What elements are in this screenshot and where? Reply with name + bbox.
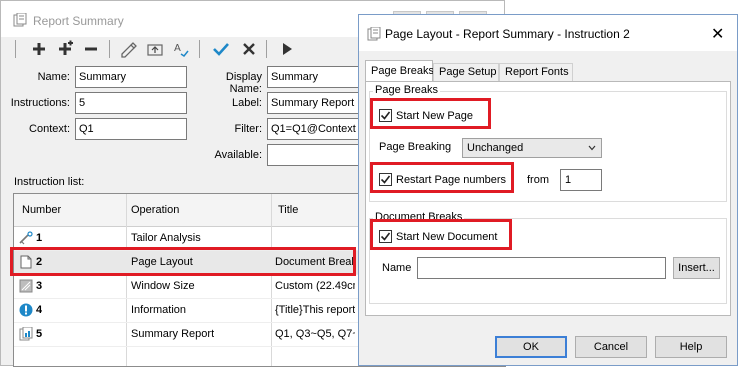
row-title: Q1, Q3~Q5, Q7~ xyxy=(275,328,355,340)
dialog-titlebar: Page Layout - Report Summary - Instructi… xyxy=(359,15,737,51)
row-title: Custom (22.49cm xyxy=(275,280,355,292)
checkmark-icon xyxy=(380,232,391,241)
document-breaks-group-label: Document Breaks xyxy=(373,211,465,223)
context-label: Context: xyxy=(29,123,70,135)
toolbar-separator xyxy=(199,40,200,58)
spell-check-icon[interactable]: A xyxy=(171,39,191,59)
start-new-document-checkbox[interactable] xyxy=(379,230,392,243)
row-title: {Title}This report xyxy=(275,304,355,316)
start-new-page-checkbox[interactable] xyxy=(379,109,392,122)
start-new-page-label[interactable]: Start New Page xyxy=(396,110,473,122)
filter-field[interactable]: Q1=Q1@Context xyxy=(267,118,365,140)
toolbar-separator xyxy=(266,40,267,58)
start-new-document-label[interactable]: Start New Document xyxy=(396,231,497,243)
column-header-title[interactable]: Title xyxy=(278,204,298,216)
edit-icon[interactable] xyxy=(119,39,139,59)
row-number: 1 xyxy=(36,232,43,244)
summary-report-icon xyxy=(19,327,33,341)
row-operation: Page Layout xyxy=(131,256,193,268)
cancel-icon[interactable] xyxy=(239,39,259,59)
row-operation: Tailor Analysis xyxy=(131,232,201,244)
context-field[interactable]: Q1 xyxy=(75,118,187,140)
display-name-field[interactable]: Summary xyxy=(267,66,365,88)
dialog-title: Page Layout - Report Summary - Instructi… xyxy=(385,27,630,41)
toolbar-separator xyxy=(15,40,16,58)
row-title: Document Break xyxy=(275,256,355,268)
insert-button[interactable]: Insert... xyxy=(673,257,720,279)
info-icon xyxy=(19,303,33,317)
row-number: 3 xyxy=(36,280,43,292)
instructions-field[interactable]: 5 xyxy=(75,92,187,114)
label-field[interactable]: Summary Report xyxy=(267,92,365,114)
row-number: 5 xyxy=(36,328,43,340)
app-icon xyxy=(13,13,27,27)
dialog-icon xyxy=(367,27,381,41)
instruction-list-label: Instruction list: xyxy=(14,176,85,188)
document-name-label: Name xyxy=(382,262,412,274)
svg-text:A: A xyxy=(174,43,181,54)
page-breaking-select[interactable]: Unchanged xyxy=(462,138,602,158)
column-header-operation[interactable]: Operation xyxy=(131,204,179,216)
name-field[interactable]: Summary xyxy=(75,66,187,88)
display-name-label: Display Name: xyxy=(225,71,262,95)
cancel-button[interactable]: Cancel xyxy=(575,336,647,358)
available-label: Available: xyxy=(214,149,263,161)
row-operation: Summary Report xyxy=(131,328,215,340)
row-operation: Information xyxy=(131,304,187,316)
column-header-number[interactable]: Number xyxy=(22,204,61,216)
help-button[interactable]: Help xyxy=(655,336,727,358)
page-breaks-panel: Page Breaks Start New Page Page Breaking… xyxy=(365,81,731,316)
checkmark-icon xyxy=(380,111,391,120)
remove-icon[interactable] xyxy=(81,39,101,59)
window-size-icon xyxy=(19,279,33,293)
add-icon[interactable] xyxy=(29,39,49,59)
ok-button[interactable]: OK xyxy=(495,336,567,358)
page-breaks-group-label: Page Breaks xyxy=(373,84,440,96)
add-multiple-icon[interactable] xyxy=(55,39,75,59)
from-label: from xyxy=(527,174,549,186)
tab-report-fonts[interactable]: Report Fonts xyxy=(499,63,573,82)
close-icon[interactable]: ✕ xyxy=(711,24,724,44)
row-number: 4 xyxy=(36,304,43,316)
page-breaking-label: Page Breaking xyxy=(379,141,452,153)
window-title: Report Summary xyxy=(33,14,124,28)
page-breaking-value: Unchanged xyxy=(467,142,524,154)
toolbar-separator xyxy=(109,40,110,58)
page-icon xyxy=(20,255,32,269)
from-field[interactable]: 1 xyxy=(560,169,602,191)
move-icon[interactable] xyxy=(145,39,165,59)
name-label: Name: xyxy=(37,71,70,83)
checkmark-icon xyxy=(380,175,391,184)
filter-label: Filter: xyxy=(234,123,263,135)
row-number: 2 xyxy=(36,256,43,268)
chevron-down-icon xyxy=(588,145,596,151)
document-name-field[interactable] xyxy=(417,257,666,279)
row-operation: Window Size xyxy=(131,280,195,292)
page-layout-dialog: Page Layout - Report Summary - Instructi… xyxy=(358,14,738,366)
restart-page-numbers-label[interactable]: Restart Page numbers xyxy=(396,174,506,186)
tab-page-setup[interactable]: Page Setup xyxy=(433,63,499,82)
tab-page-breaks[interactable]: Page Breaks xyxy=(365,60,434,83)
restart-page-numbers-checkbox[interactable] xyxy=(379,173,392,186)
tailor-icon xyxy=(19,231,33,245)
run-icon[interactable] xyxy=(277,39,297,59)
check-icon[interactable] xyxy=(211,39,231,59)
label-label: Label: xyxy=(232,97,262,109)
available-field[interactable] xyxy=(267,144,365,166)
instructions-label: Instructions: xyxy=(10,97,70,109)
